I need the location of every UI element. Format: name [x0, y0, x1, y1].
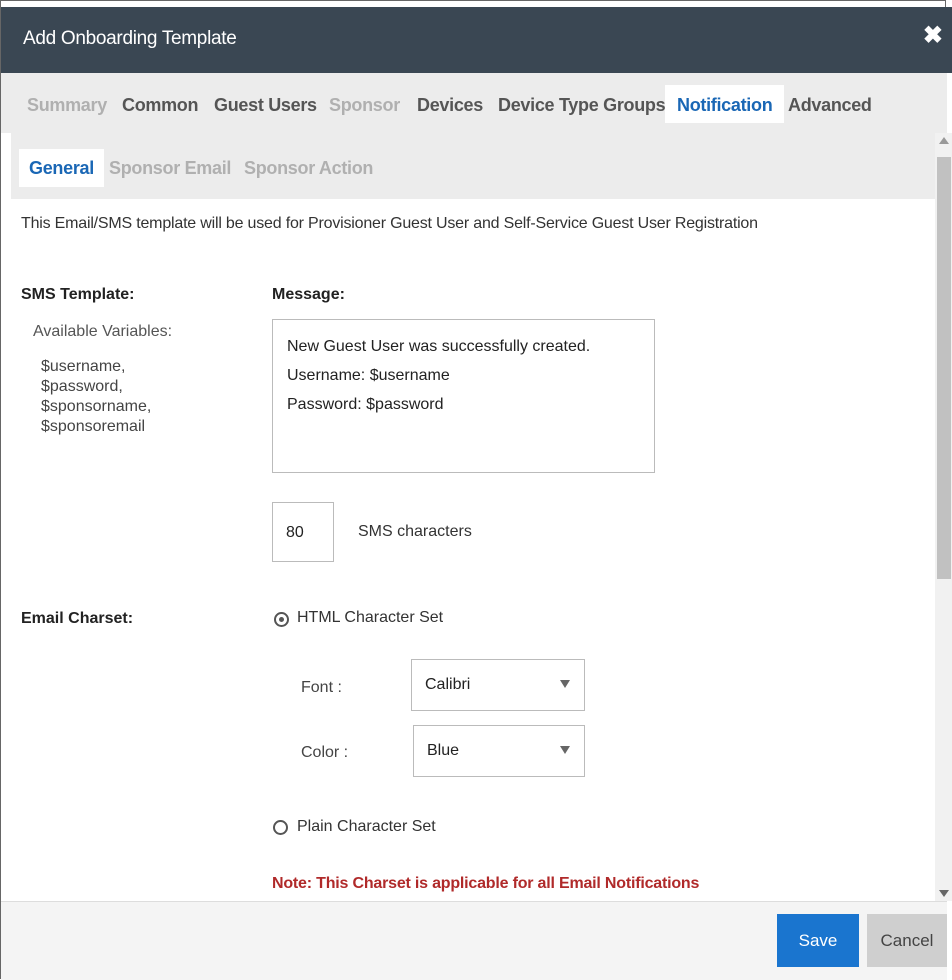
- subtab-general[interactable]: General: [19, 149, 104, 187]
- plain-charset-label: Plain Character Set: [297, 818, 436, 835]
- color-select-value: Blue: [427, 742, 460, 759]
- available-variables-label: Available Variables:: [33, 323, 173, 340]
- main-tabs: Summary Common Guest Users Sponsor Devic…: [1, 73, 947, 133]
- subtab-sponsor-action[interactable]: Sponsor Action: [244, 149, 373, 187]
- html-charset-radio[interactable]: [274, 612, 289, 627]
- variable-item: $password,: [41, 378, 123, 395]
- cancel-button[interactable]: Cancel: [867, 914, 947, 967]
- font-select[interactable]: Calibri: [411, 659, 585, 711]
- save-button[interactable]: Save: [777, 914, 859, 967]
- tab-advanced[interactable]: Advanced: [788, 85, 872, 123]
- tab-common[interactable]: Common: [122, 85, 199, 123]
- chevron-down-icon: [560, 680, 570, 688]
- email-charset-label: Email Charset:: [21, 610, 134, 627]
- vertical-scrollbar[interactable]: [935, 133, 952, 901]
- message-label: Message:: [272, 286, 345, 303]
- variables-list: $username, $password, $sponsorname, $spo…: [41, 357, 151, 437]
- scroll-up-icon[interactable]: [939, 137, 949, 144]
- message-line: Username: $username: [287, 367, 450, 384]
- close-icon[interactable]: ✖: [923, 24, 943, 48]
- variable-item: $username,: [41, 358, 126, 375]
- dialog: Add Onboarding Template ✖ Summary Common…: [0, 0, 952, 980]
- notification-panel: General Sponsor Email Sponsor Action Thi…: [1, 133, 935, 901]
- variable-item: $sponsorname,: [41, 398, 152, 415]
- message-line: New Guest User was successfully created.: [287, 338, 591, 355]
- color-label: Color :: [301, 744, 349, 761]
- tab-notification[interactable]: Notification: [665, 85, 785, 123]
- tab-guest-users[interactable]: Guest Users: [214, 85, 317, 123]
- message-line: Password: $password: [287, 396, 444, 413]
- html-charset-label: HTML Character Set: [297, 609, 444, 626]
- template-description: This Email/SMS template will be used for…: [21, 215, 758, 232]
- font-select-value: Calibri: [425, 676, 471, 693]
- dialog-title: Add Onboarding Template: [23, 28, 237, 49]
- sms-template-label: SMS Template:: [21, 286, 135, 303]
- sms-character-count-field[interactable]: 80: [272, 502, 334, 562]
- sms-characters-label: SMS characters: [358, 523, 472, 540]
- sms-message-textarea[interactable]: New Guest User was successfully created.…: [272, 319, 655, 473]
- sub-tabs: General Sponsor Email Sponsor Action: [11, 133, 935, 199]
- font-label: Font :: [301, 679, 342, 696]
- dialog-titlebar: Add Onboarding Template ✖: [1, 7, 952, 73]
- variable-item: $sponsoremail: [41, 418, 146, 435]
- tab-devices[interactable]: Devices: [417, 85, 483, 123]
- color-select[interactable]: Blue: [413, 725, 585, 777]
- subtab-sponsor-email[interactable]: Sponsor Email: [109, 149, 231, 187]
- dialog-footer: Save Cancel: [1, 901, 947, 980]
- tab-device-type-groups[interactable]: Device Type Groups: [498, 85, 666, 123]
- tab-summary[interactable]: Summary: [27, 85, 107, 123]
- tab-sponsor[interactable]: Sponsor: [329, 85, 400, 123]
- plain-charset-radio[interactable]: [273, 820, 288, 835]
- charset-note: Note: This Charset is applicable for all…: [272, 875, 700, 892]
- scrollbar-thumb[interactable]: [937, 157, 951, 579]
- chevron-down-icon: [560, 746, 570, 754]
- scroll-down-icon[interactable]: [939, 890, 949, 897]
